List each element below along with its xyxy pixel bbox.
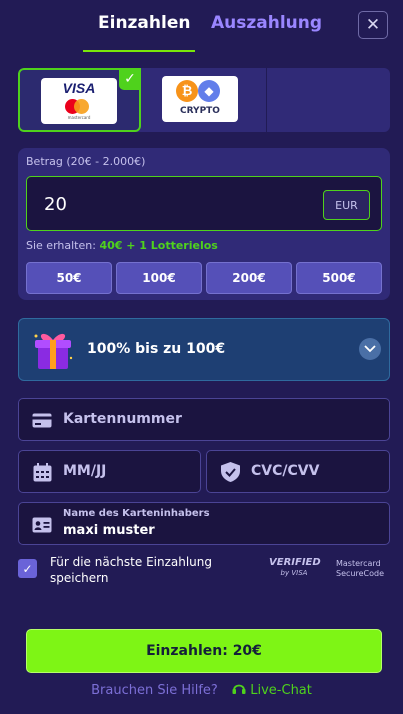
crypto-label: CRYPTO [180, 106, 220, 116]
amount-panel: Betrag (20€ - 2.000€) 20 EUR Sie erhalte… [18, 148, 390, 300]
help-row: Brauchen Sie Hilfe? Live-Chat [0, 682, 403, 698]
cvc-placeholder: CVC/CVV [251, 463, 320, 479]
live-chat-link[interactable]: Live-Chat [250, 683, 312, 698]
help-question: Brauchen Sie Hilfe? [91, 683, 218, 698]
mastercard-brand-text: mastercard [67, 115, 91, 120]
verified-by-visa-bottom: by VISA [280, 569, 308, 577]
shield-check-icon [219, 462, 241, 482]
mastercard-securecode-badge: Mastercard SecureCode [336, 559, 384, 579]
cardholder-label: Name des Karteninhabers [63, 508, 210, 519]
mastercard-securecode-top: Mastercard [336, 559, 381, 568]
preset-button-50[interactable]: 50€ [26, 262, 112, 294]
preset-button-200[interactable]: 200€ [206, 262, 292, 294]
close-icon: ✕ [365, 15, 381, 35]
chevron-down-icon[interactable] [359, 338, 381, 360]
credit-card-icon [31, 411, 53, 429]
amount-presets: 50€ 100€ 200€ 500€ [26, 262, 382, 294]
visa-mastercard-logo: VISA mastercard [41, 78, 117, 124]
close-button[interactable]: ✕ [358, 11, 388, 39]
tab-withdraw[interactable]: Auszahlung [211, 13, 322, 33]
preset-button-100[interactable]: 100€ [116, 262, 202, 294]
amount-range-label: Betrag (20€ - 2.000€) [26, 155, 146, 168]
headset-icon [232, 684, 246, 694]
ethereum-icon: ◆ [198, 80, 220, 102]
visa-brand-text: VISA [62, 80, 96, 96]
payment-method-empty-slot [267, 68, 390, 132]
gift-icon [34, 333, 73, 369]
calendar-icon [31, 462, 53, 482]
card-number-field[interactable]: Kartennummer [18, 398, 390, 441]
payment-method-crypto[interactable]: ₿ ◆ CRYPTO [141, 68, 267, 132]
receive-value: 40€ + 1 Lotterielos [99, 239, 218, 252]
cardholder-name-field[interactable]: Name des Karteninhabers maxi muster [18, 502, 390, 545]
header-tabs: Einzahlen Auszahlung ✕ [0, 0, 403, 54]
receive-label: Sie erhalten: [26, 239, 96, 252]
bitcoin-icon: ₿ [176, 80, 198, 102]
save-card-label[interactable]: Für die nächste Einzahlung speichern [50, 554, 260, 586]
verified-by-visa-badge: VERIFIED by VISA [269, 557, 321, 578]
save-card-row: ✓ Für die nächste Einzahlung speichern V… [18, 554, 390, 590]
selected-check-icon: ✓ [119, 68, 141, 90]
receive-summary: Sie erhalten: 40€ + 1 Lotterielos [26, 239, 218, 252]
amount-input[interactable]: 20 EUR [26, 176, 382, 231]
save-card-checkbox[interactable]: ✓ [18, 559, 37, 578]
amount-value[interactable]: 20 [44, 194, 67, 215]
tab-deposit[interactable]: Einzahlen [98, 13, 190, 33]
currency-selector[interactable]: EUR [323, 190, 370, 220]
mastercard-securecode-bottom: SecureCode [336, 569, 384, 578]
bonus-selector[interactable]: 100% bis zu 100€ [18, 318, 390, 381]
cvc-field[interactable]: CVC/CVV [206, 450, 390, 493]
expiry-field[interactable]: MM/JJ [18, 450, 201, 493]
bonus-label: 100% bis zu 100€ [87, 341, 226, 357]
mastercard-orange-circle [74, 99, 89, 114]
active-tab-indicator [83, 50, 195, 52]
payment-method-selector: VISA mastercard ✓ ₿ ◆ CRYPTO [18, 68, 390, 132]
expiry-placeholder: MM/JJ [63, 463, 107, 479]
card-number-placeholder: Kartennummer [63, 411, 182, 427]
preset-button-500[interactable]: 500€ [296, 262, 382, 294]
checkmark-icon: ✓ [22, 561, 33, 576]
crypto-logo: ₿ ◆ CRYPTO [162, 76, 238, 122]
verified-by-visa-top: VERIFIED [269, 557, 321, 568]
cardholder-value[interactable]: maxi muster [63, 523, 155, 538]
id-card-icon [31, 516, 53, 534]
deposit-button[interactable]: Einzahlen: 20€ [26, 629, 382, 673]
payment-method-visa-mastercard[interactable]: VISA mastercard ✓ [18, 68, 141, 132]
